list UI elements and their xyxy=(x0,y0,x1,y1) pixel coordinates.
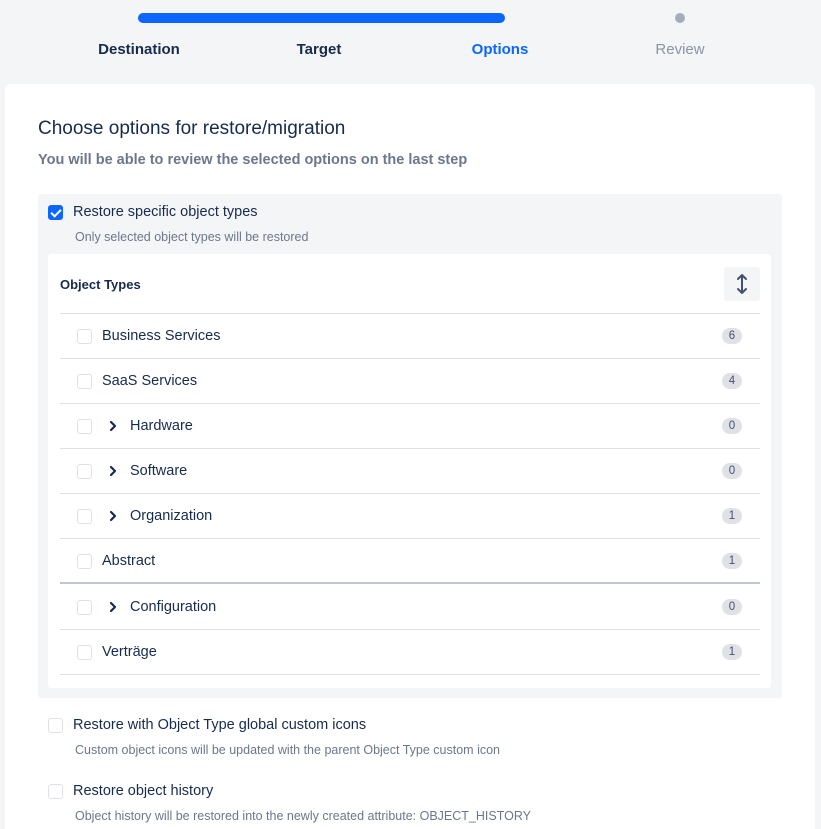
object-type-row[interactable]: Organization 1 xyxy=(60,494,760,539)
object-type-count: 0 xyxy=(722,463,742,479)
row-checkbox[interactable] xyxy=(77,329,92,344)
specific-types-panel: Restore specific object types Only selec… xyxy=(38,194,782,698)
object-type-row[interactable]: Abstract 1 xyxy=(60,539,760,584)
chevron-right-icon[interactable] xyxy=(106,509,120,523)
custom-icons-help: Custom object icons will be updated with… xyxy=(75,743,500,757)
object-type-row[interactable]: Hardware 0 xyxy=(60,404,760,449)
progress-stepper: Destination Target Options Review xyxy=(0,0,821,84)
row-checkbox[interactable] xyxy=(77,645,92,660)
chevron-right-icon[interactable] xyxy=(106,419,120,433)
options-card: Choose options for restore/migration You… xyxy=(5,84,815,829)
row-checkbox[interactable] xyxy=(77,509,92,524)
object-type-row[interactable]: SaaS Services 4 xyxy=(60,359,760,404)
object-type-row[interactable]: Verträge 1 xyxy=(60,630,760,675)
history-help: Object history will be restored into the… xyxy=(75,809,531,823)
object-types-header: Object Types xyxy=(60,277,141,292)
row-checkbox[interactable] xyxy=(77,374,92,389)
history-label[interactable]: Restore object history xyxy=(73,783,213,799)
row-checkbox[interactable] xyxy=(77,419,92,434)
chevron-right-icon[interactable] xyxy=(106,464,120,478)
specific-types-label[interactable]: Restore specific object types xyxy=(73,204,258,220)
row-checkbox[interactable] xyxy=(77,600,92,615)
row-checkbox[interactable] xyxy=(77,554,92,569)
page-subtitle: You will be able to review the selected … xyxy=(38,152,468,168)
sort-vertical-icon xyxy=(737,274,747,294)
object-type-name: Configuration xyxy=(130,599,217,615)
page-title: Choose options for restore/migration xyxy=(38,118,346,139)
sort-button[interactable] xyxy=(724,267,760,301)
row-checkbox[interactable] xyxy=(77,464,92,479)
object-type-count: 4 xyxy=(722,373,742,389)
object-type-count: 0 xyxy=(722,599,742,615)
object-type-count: 0 xyxy=(722,418,742,434)
object-type-count: 6 xyxy=(722,328,742,344)
object-type-count: 1 xyxy=(722,508,742,524)
object-type-name: Business Services xyxy=(102,328,221,344)
history-checkbox[interactable] xyxy=(48,784,63,799)
step-destination[interactable]: Destination xyxy=(49,41,229,58)
custom-icons-label[interactable]: Restore with Object Type global custom i… xyxy=(73,717,366,733)
object-type-row[interactable]: Software 0 xyxy=(60,449,760,494)
object-type-count: 1 xyxy=(722,644,742,660)
step-dot-review xyxy=(675,13,685,23)
object-type-name: Hardware xyxy=(130,418,193,434)
object-type-name: Verträge xyxy=(102,644,157,660)
custom-icons-checkbox[interactable] xyxy=(48,718,63,733)
object-type-name: Abstract xyxy=(102,553,156,569)
step-review[interactable]: Review xyxy=(590,41,770,58)
object-type-row[interactable]: Business Services 6 xyxy=(60,314,760,359)
object-type-name: SaaS Services xyxy=(102,373,198,389)
specific-types-help: Only selected object types will be resto… xyxy=(75,230,309,244)
step-options[interactable]: Options xyxy=(410,41,590,58)
chevron-right-icon[interactable] xyxy=(106,600,120,614)
object-types-table: Object Types Business Services 6 SaaS Se… xyxy=(48,254,771,688)
object-type-count: 1 xyxy=(722,553,742,569)
specific-types-checkbox[interactable] xyxy=(48,205,63,220)
step-target[interactable]: Target xyxy=(229,41,409,58)
object-type-name: Organization xyxy=(130,508,213,524)
object-type-name: Software xyxy=(130,463,188,479)
step-dot-target xyxy=(315,13,325,23)
object-type-row[interactable]: Configuration 0 xyxy=(60,584,760,630)
